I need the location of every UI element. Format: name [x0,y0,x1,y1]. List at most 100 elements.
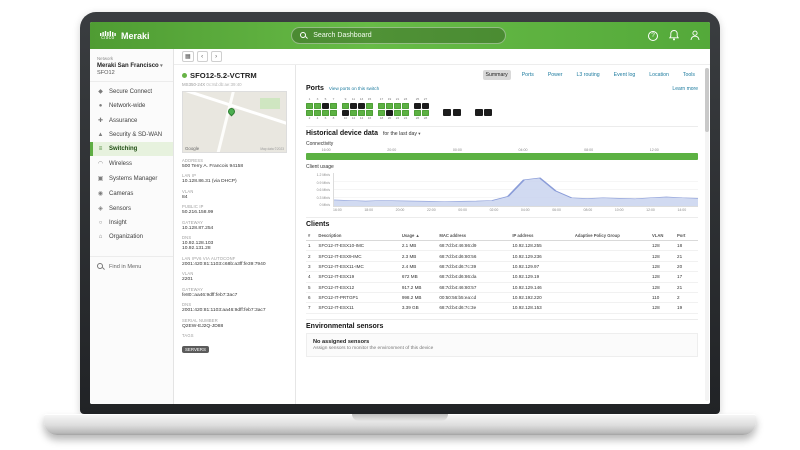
tab-location[interactable]: Location [646,70,672,80]
port-22[interactable] [394,109,401,116]
tab-l3-routing[interactable]: L3 routing [574,70,603,80]
learn-more-link[interactable]: Learn more [672,86,698,92]
sidebar-item-insight[interactable]: ○ Insight [90,216,173,230]
port-group-aux: 25 26 27 28 [414,97,429,120]
port-26[interactable] [414,109,421,116]
notifications-bell-icon[interactable] [669,30,679,41]
port-2[interactable] [306,109,313,116]
sidebar-item-security-sd-wan[interactable]: ▲ Security & SD-WAN [90,128,173,142]
port-12[interactable] [350,109,357,116]
column-header-vlan[interactable]: VLAN [650,231,676,241]
uplink-module-2 [474,109,492,120]
client-ip: 10.92.129.19 [510,271,573,283]
sidebar-item-cameras[interactable]: ◉ Cameras [90,186,173,201]
port-number: 7 [332,97,335,101]
cisco-meraki-logo[interactable]: cisco Meraki [100,30,150,41]
port-13[interactable] [358,102,365,109]
port-28[interactable] [422,109,429,116]
port-10[interactable] [342,109,349,116]
port-9[interactable] [342,102,349,109]
sidebar-item-switching[interactable]: ≡ Switching [90,142,173,156]
detail-label: LAN IPV6 VIA AUTOCONF [182,255,236,261]
sidebar-item-wireless[interactable]: ◠ Wireless [90,156,173,171]
scrollbar[interactable] [705,68,709,401]
port-number: 22 [395,115,400,120]
port-number: 21 [395,97,400,101]
port-14[interactable] [358,109,365,116]
port-16[interactable] [366,109,373,116]
port-19[interactable] [386,102,393,109]
find-in-menu[interactable]: Find in Menu [90,256,173,276]
tab-summary[interactable]: Summary [482,70,511,80]
column-header-adaptive-policy-group[interactable]: Adaptive Policy Group [572,231,650,241]
column-header-port[interactable]: Port [675,231,698,241]
sidebar-item-label: Insight [109,220,127,226]
column-header-ip-address[interactable]: IP address [510,231,573,241]
tab-tools[interactable]: Tools [680,70,698,80]
client-link[interactable]: SFO12-IT-ESX11-IMC [316,261,400,273]
client-num: 2 [306,250,317,262]
network-selector[interactable]: Network Meraki San Francisco SFO12 [90,54,173,82]
client-link[interactable]: SFO12-IT-ESX10-IMC [316,240,400,252]
list-view-icon[interactable]: ▦ [182,51,194,62]
uplink-port[interactable] [484,109,492,116]
tab-power[interactable]: Power [545,70,566,80]
port-8[interactable] [330,109,337,116]
port-3[interactable] [314,102,321,109]
tab-ports[interactable]: Ports [519,70,537,80]
view-ports-link[interactable]: View ports on this switch [329,86,379,91]
port-6[interactable] [322,109,329,116]
port-15[interactable] [366,102,373,109]
uplink-port[interactable] [474,109,483,116]
uplink-port[interactable] [443,109,451,116]
no-sensors-box: No assigned sensors Assign sensors to mo… [306,332,698,358]
next-device-button[interactable]: › [210,51,222,62]
sidebar-item-organization[interactable]: ⌂ Organization [90,230,173,244]
sidebar-item-secure-connect[interactable]: ◆ Secure Connect [90,84,173,99]
port-23[interactable] [402,102,409,109]
port-27[interactable] [422,102,429,109]
sidebar-item-assurance[interactable]: ✚ Assurance [90,113,173,128]
scrollbar-thumb[interactable] [705,68,709,132]
client-mac: 68:7d:b4:d6:86:da [437,271,511,283]
column-header-mac-address[interactable]: MAC address [437,231,511,241]
uplink-port[interactable] [452,109,461,116]
network-name[interactable]: Meraki San Francisco [97,63,166,69]
help-icon[interactable] [648,30,658,41]
client-link[interactable]: SFO12-IT-ESX19 [316,271,400,283]
port-number: 17 [379,97,384,101]
port-21[interactable] [394,102,401,109]
client-link[interactable]: SFO12-IT-ESX12 [316,282,400,293]
port-20[interactable] [386,109,393,116]
device-location-map[interactable]: Google Map data ©2023 [182,91,287,153]
port-5[interactable] [322,102,329,109]
account-icon[interactable] [690,30,700,41]
sidebar-item-network-wide[interactable]: ● Network-wide [90,99,173,113]
prev-device-button[interactable]: ‹ [196,51,208,62]
port-7[interactable] [330,102,337,109]
port-1[interactable] [306,102,313,109]
port-18[interactable] [378,109,385,116]
column-header-description[interactable]: Description [316,231,400,241]
client-vlan: 128 [650,271,676,283]
client-link[interactable]: SFO12-IT-PRTGP1 [316,292,400,304]
sidebar-item-systems-manager[interactable]: ▣ Systems Manager [90,171,173,186]
client-link[interactable]: SFO12-IT-ESX11 [316,302,400,314]
content-toolbar: ▦ ‹ › [174,49,710,65]
laptop-mockup: cisco Meraki Search Dashboard ? Network … [44,12,756,435]
client-link[interactable]: SFO12-IT-ESX9-IMC [316,250,400,262]
sidebar-item-sensors[interactable]: ◈ Sensors [90,201,173,216]
port-24[interactable] [402,109,409,116]
time-range-dropdown[interactable]: for the last day [383,131,421,137]
port-4[interactable] [314,109,321,116]
search-dashboard-input[interactable]: Search Dashboard [291,27,507,44]
column-header-usage[interactable]: Usage ▲ [399,231,438,241]
port-column: 17 18 [378,97,385,120]
sidebar-item-label: Systems Manager [109,175,158,182]
port-17[interactable] [378,102,385,109]
tab-event-log[interactable]: Event log [611,70,639,80]
port-11[interactable] [350,102,357,109]
port-25[interactable] [414,102,421,109]
column-header-[interactable]: # [306,231,317,241]
port-number: 14 [359,115,364,120]
